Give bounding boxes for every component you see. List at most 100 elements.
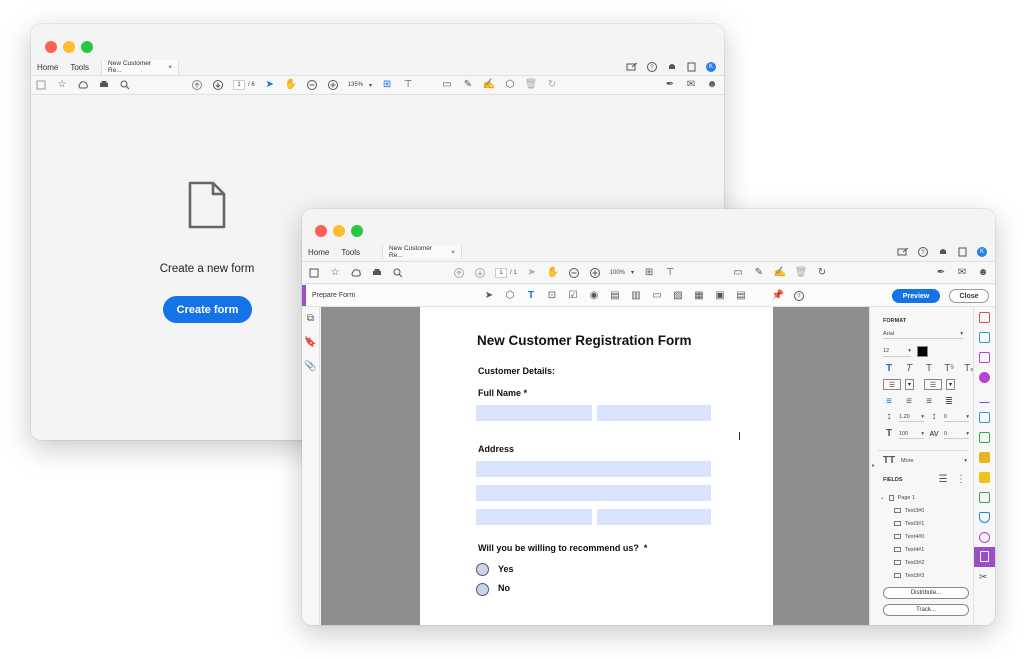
- account-icon[interactable]: ☻: [706, 79, 718, 91]
- page-number-input[interactable]: 1: [495, 267, 507, 278]
- distribute-button[interactable]: Distribute...: [883, 587, 969, 599]
- sort-fields-icon[interactable]: ☰: [937, 474, 949, 486]
- dropdown-tool-icon[interactable]: ▥: [630, 290, 642, 302]
- radio-no[interactable]: [476, 583, 489, 596]
- minimize-window-button[interactable]: [63, 41, 75, 53]
- document-viewer[interactable]: New Customer Registration Form Customer …: [321, 307, 869, 625]
- bullet-list-icon[interactable]: ☰: [883, 379, 901, 390]
- help-icon[interactable]: ?: [793, 290, 805, 302]
- excel-export-icon[interactable]: [979, 432, 990, 443]
- align-justify-icon[interactable]: ≣: [943, 396, 955, 408]
- fill-sign-icon[interactable]: ✍: [483, 79, 495, 91]
- print-icon[interactable]: [98, 79, 110, 91]
- pages-icon[interactable]: ⧉: [305, 313, 317, 325]
- font-size-dropdown[interactable]: 12 ▾: [883, 347, 911, 357]
- zoom-window-button[interactable]: [81, 41, 93, 53]
- field-text4-0[interactable]: Text4#0: [880, 530, 924, 543]
- field-text3-1[interactable]: Text3#1: [880, 517, 924, 530]
- numbered-list-icon[interactable]: ☰: [924, 379, 942, 390]
- certificates-icon[interactable]: [979, 532, 990, 543]
- page-up-icon[interactable]: [453, 267, 465, 279]
- rotate-icon[interactable]: ↻: [816, 267, 828, 279]
- highlight-pen-icon[interactable]: ✎: [753, 267, 765, 279]
- field-text3-3[interactable]: Text3#3: [880, 569, 924, 582]
- cloud-upload-icon[interactable]: [77, 79, 89, 91]
- comment-icon[interactable]: ▭: [732, 267, 744, 279]
- save-icon[interactable]: [308, 267, 320, 279]
- close-window-button[interactable]: [315, 225, 327, 237]
- mail-icon[interactable]: ✉: [956, 267, 968, 279]
- select-cursor-icon[interactable]: ➤: [264, 79, 276, 91]
- highlight-pen-icon[interactable]: ✎: [462, 79, 474, 91]
- page-number-input[interactable]: 1: [233, 80, 245, 90]
- field-text3-0[interactable]: Text3#0: [880, 504, 924, 517]
- protect-icon[interactable]: [979, 512, 990, 523]
- print-production-icon[interactable]: [979, 492, 990, 503]
- star-icon[interactable]: ☆: [56, 79, 68, 91]
- zoom-in-icon[interactable]: [327, 79, 339, 91]
- zoom-window-button[interactable]: [351, 225, 363, 237]
- align-left-icon[interactable]: ≡: [883, 396, 895, 408]
- fit-page-icon[interactable]: ⊞: [381, 79, 393, 91]
- select-cursor-icon[interactable]: ➤: [526, 267, 538, 279]
- avatar[interactable]: K: [977, 247, 987, 257]
- chevron-down-icon[interactable]: ▾: [905, 379, 914, 390]
- bell-icon[interactable]: [666, 61, 678, 73]
- fill-sign-icon[interactable]: ✍: [774, 267, 786, 279]
- font-dropdown[interactable]: Arial ▾: [883, 329, 963, 339]
- zoom-out-icon[interactable]: [568, 267, 580, 279]
- stamp-icon[interactable]: ⬡: [504, 79, 516, 91]
- request-signature-icon[interactable]: [979, 452, 990, 463]
- page-up-icon[interactable]: [191, 79, 203, 91]
- radio-tool-icon[interactable]: ◉: [588, 290, 600, 302]
- document-tab[interactable]: New Customer Re... ×: [382, 245, 463, 259]
- fill-sign-tool-icon[interactable]: [979, 392, 990, 403]
- last-name-field[interactable]: [597, 405, 711, 421]
- pin-icon[interactable]: 📌: [772, 290, 784, 302]
- create-pdf-icon[interactable]: [979, 312, 990, 323]
- help-icon[interactable]: ?: [646, 61, 658, 73]
- paragraph-spacing-dropdown[interactable]: 0 ▾: [944, 412, 969, 422]
- avatar[interactable]: K: [706, 62, 716, 72]
- field-text3-2[interactable]: Text3#2: [880, 556, 924, 569]
- mail-icon[interactable]: ✉: [685, 79, 697, 91]
- chevron-down-icon[interactable]: ▾: [946, 379, 955, 390]
- more-tools-icon[interactable]: ✂: [979, 572, 990, 583]
- field-text4-1[interactable]: Text4#1: [880, 543, 924, 556]
- scroll-mode-icon[interactable]: ⊤: [402, 79, 414, 91]
- align-center-icon[interactable]: ≡: [903, 396, 915, 408]
- close-window-button[interactable]: [45, 41, 57, 53]
- barcode-tool-icon[interactable]: ▤: [735, 290, 747, 302]
- zoom-dropdown[interactable]: 135% ▾: [348, 82, 372, 89]
- more-options[interactable]: TT More ▾: [883, 455, 967, 467]
- text-italic-style-icon[interactable]: T: [903, 363, 915, 375]
- zoom-out-icon[interactable]: [306, 79, 318, 91]
- comment-tool-icon[interactable]: [979, 472, 990, 483]
- edit-sign-icon[interactable]: [957, 246, 969, 258]
- button-tool-icon[interactable]: ▭: [651, 290, 663, 302]
- rotate-icon[interactable]: ↻: [546, 79, 558, 91]
- address-line-1-field[interactable]: [476, 461, 711, 477]
- print-icon[interactable]: [371, 267, 383, 279]
- preview-button[interactable]: Preview: [892, 289, 940, 303]
- save-icon[interactable]: [35, 79, 47, 91]
- zoom-dropdown[interactable]: 100% ▾: [610, 269, 634, 277]
- prepare-form-tool-active[interactable]: [974, 547, 995, 567]
- city-field[interactable]: [476, 509, 592, 525]
- document-tab[interactable]: New Customer Re... ×: [101, 60, 180, 74]
- zoom-in-icon[interactable]: [589, 267, 601, 279]
- radio-yes[interactable]: [476, 563, 489, 576]
- text-color-swatch[interactable]: [917, 346, 928, 357]
- tab-close-icon[interactable]: ×: [451, 249, 455, 256]
- delete-icon[interactable]: 🗑: [795, 267, 808, 279]
- hand-icon[interactable]: ✋: [546, 267, 558, 279]
- list-box-icon[interactable]: ▤: [609, 290, 621, 302]
- image-tool-icon[interactable]: ▨: [672, 290, 684, 302]
- share-icon[interactable]: [626, 61, 638, 73]
- minimize-window-button[interactable]: [333, 225, 345, 237]
- create-form-button[interactable]: Create form: [163, 296, 252, 323]
- auto-field-icon[interactable]: ⬡: [504, 290, 516, 302]
- text-box-icon[interactable]: ⊡: [546, 290, 558, 302]
- bookmark-icon[interactable]: 🔖: [304, 337, 316, 349]
- attachment-icon[interactable]: 📎: [304, 361, 316, 373]
